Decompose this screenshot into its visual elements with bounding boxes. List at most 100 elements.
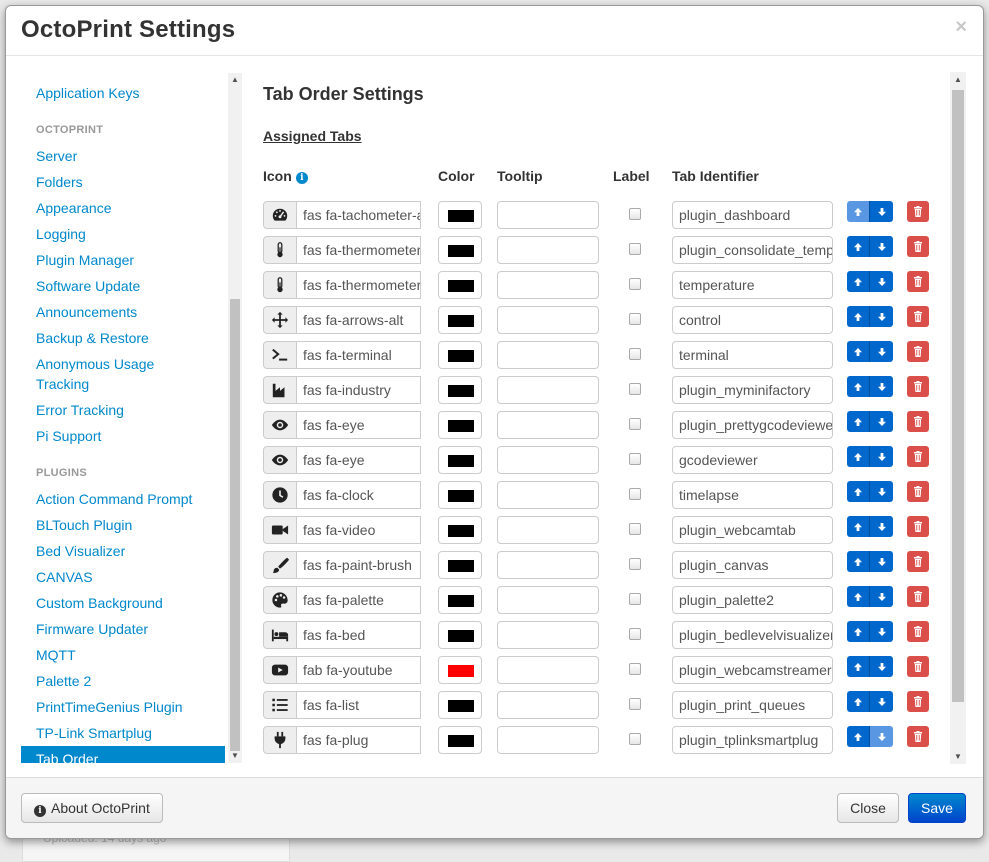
- move-up-button[interactable]: [847, 271, 870, 292]
- main-scroll-up-arrow-icon[interactable]: ▲: [954, 75, 962, 84]
- tab-identifier-input[interactable]: control: [672, 306, 833, 334]
- scroll-down-arrow-icon[interactable]: ▼: [231, 751, 239, 760]
- icon-class-input[interactable]: fas fa-tachometer-alt: [297, 201, 421, 229]
- sidebar-item-mqtt[interactable]: MQTT: [21, 645, 225, 669]
- color-picker[interactable]: [438, 621, 482, 649]
- label-checkbox[interactable]: [629, 348, 641, 360]
- icon-class-input[interactable]: fas fa-palette: [297, 586, 421, 614]
- move-up-button[interactable]: [847, 411, 870, 432]
- tooltip-input[interactable]: [497, 341, 599, 369]
- color-picker[interactable]: [438, 411, 482, 439]
- tab-identifier-input[interactable]: plugin_bedlevelvisualizer: [672, 621, 833, 649]
- move-up-button[interactable]: [847, 691, 870, 712]
- color-picker[interactable]: [438, 516, 482, 544]
- delete-tab-button[interactable]: [907, 621, 929, 642]
- tooltip-input[interactable]: [497, 376, 599, 404]
- label-checkbox[interactable]: [629, 208, 641, 220]
- sidebar-scrollbar[interactable]: ▲ ▼: [228, 73, 242, 763]
- move-up-button[interactable]: [847, 446, 870, 467]
- tooltip-input[interactable]: [497, 621, 599, 649]
- close-icon[interactable]: ×: [955, 16, 967, 39]
- icon-class-input[interactable]: fas fa-industry: [297, 376, 421, 404]
- delete-tab-button[interactable]: [907, 691, 929, 712]
- move-down-button[interactable]: [870, 446, 893, 467]
- tooltip-input[interactable]: [497, 446, 599, 474]
- move-down-button[interactable]: [870, 306, 893, 327]
- color-picker[interactable]: [438, 551, 482, 579]
- move-up-button[interactable]: [847, 726, 870, 747]
- icon-class-input[interactable]: fas fa-bed: [297, 621, 421, 649]
- tab-identifier-input[interactable]: plugin_canvas: [672, 551, 833, 579]
- icon-class-input[interactable]: fas fa-thermometer-half: [297, 236, 421, 264]
- sidebar-item-pi-support[interactable]: Pi Support: [21, 426, 225, 450]
- delete-tab-button[interactable]: [907, 656, 929, 677]
- sidebar-item-server[interactable]: Server: [21, 146, 225, 170]
- label-checkbox[interactable]: [629, 488, 641, 500]
- tooltip-input[interactable]: [497, 656, 599, 684]
- color-picker[interactable]: [438, 201, 482, 229]
- color-picker[interactable]: [438, 726, 482, 754]
- delete-tab-button[interactable]: [907, 586, 929, 607]
- move-down-button[interactable]: [870, 516, 893, 537]
- tab-identifier-input[interactable]: plugin_consolidate_temp_control: [672, 236, 833, 264]
- tab-identifier-input[interactable]: timelapse: [672, 481, 833, 509]
- move-up-button[interactable]: [847, 236, 870, 257]
- move-down-button[interactable]: [870, 376, 893, 397]
- move-up-button[interactable]: [847, 621, 870, 642]
- sidebar-item-bltouch-plugin[interactable]: BLTouch Plugin: [21, 515, 225, 539]
- label-checkbox[interactable]: [629, 313, 641, 325]
- sidebar-item-appearance[interactable]: Appearance: [21, 198, 225, 222]
- move-down-button[interactable]: [870, 726, 893, 747]
- sidebar-item-firmware-updater[interactable]: Firmware Updater: [21, 619, 225, 643]
- delete-tab-button[interactable]: [907, 236, 929, 257]
- color-picker[interactable]: [438, 691, 482, 719]
- sidebar-item-palette-2[interactable]: Palette 2: [21, 671, 225, 695]
- sidebar-item-backup-restore[interactable]: Backup & Restore: [21, 328, 225, 352]
- tab-identifier-input[interactable]: plugin_tplinksmartplug: [672, 726, 833, 754]
- move-up-button[interactable]: [847, 481, 870, 502]
- color-picker[interactable]: [438, 306, 482, 334]
- tab-identifier-input[interactable]: plugin_print_queues: [672, 691, 833, 719]
- sidebar-item-error-tracking[interactable]: Error Tracking: [21, 400, 225, 424]
- move-down-button[interactable]: [870, 656, 893, 677]
- tooltip-input[interactable]: [497, 691, 599, 719]
- color-picker[interactable]: [438, 376, 482, 404]
- label-checkbox[interactable]: [629, 558, 641, 570]
- about-button[interactable]: i About OctoPrint: [21, 793, 163, 823]
- icon-class-input[interactable]: fas fa-eye: [297, 411, 421, 439]
- sidebar-item-bed-visualizer[interactable]: Bed Visualizer: [21, 541, 225, 565]
- sidebar-item-application-keys[interactable]: Application Keys: [21, 83, 225, 107]
- sidebar-item-announcements[interactable]: Announcements: [21, 302, 225, 326]
- move-down-button[interactable]: [870, 236, 893, 257]
- tab-identifier-input[interactable]: plugin_webcamtab: [672, 516, 833, 544]
- label-checkbox[interactable]: [629, 698, 641, 710]
- tab-identifier-input[interactable]: plugin_dashboard: [672, 201, 833, 229]
- move-down-button[interactable]: [870, 691, 893, 712]
- label-checkbox[interactable]: [629, 418, 641, 430]
- sidebar-item-tp-link-smartplug[interactable]: TP-Link Smartplug: [21, 723, 225, 747]
- sidebar-item-tab-order[interactable]: Tab Order: [21, 746, 225, 763]
- color-picker[interactable]: [438, 656, 482, 684]
- tab-identifier-input[interactable]: plugin_webcamstreamer: [672, 656, 833, 684]
- sidebar-item-custom-background[interactable]: Custom Background: [21, 593, 225, 617]
- move-up-button[interactable]: [847, 376, 870, 397]
- scroll-up-arrow-icon[interactable]: ▲: [231, 75, 239, 84]
- delete-tab-button[interactable]: [907, 481, 929, 502]
- label-checkbox[interactable]: [629, 278, 641, 290]
- label-checkbox[interactable]: [629, 628, 641, 640]
- color-picker[interactable]: [438, 271, 482, 299]
- icon-class-input[interactable]: fas fa-list: [297, 691, 421, 719]
- tab-identifier-input[interactable]: plugin_palette2: [672, 586, 833, 614]
- sidebar-item-canvas[interactable]: CANVAS: [21, 567, 225, 591]
- icon-class-input[interactable]: fas fa-terminal: [297, 341, 421, 369]
- color-picker[interactable]: [438, 341, 482, 369]
- label-checkbox[interactable]: [629, 523, 641, 535]
- sidebar-item-printtimegenius-plugin[interactable]: PrintTimeGenius Plugin: [21, 697, 225, 721]
- move-down-button[interactable]: [870, 621, 893, 642]
- tooltip-input[interactable]: [497, 306, 599, 334]
- sidebar-item-action-command-prompt[interactable]: Action Command Prompt: [21, 489, 225, 513]
- color-picker[interactable]: [438, 236, 482, 264]
- tab-identifier-input[interactable]: temperature: [672, 271, 833, 299]
- color-picker[interactable]: [438, 586, 482, 614]
- delete-tab-button[interactable]: [907, 411, 929, 432]
